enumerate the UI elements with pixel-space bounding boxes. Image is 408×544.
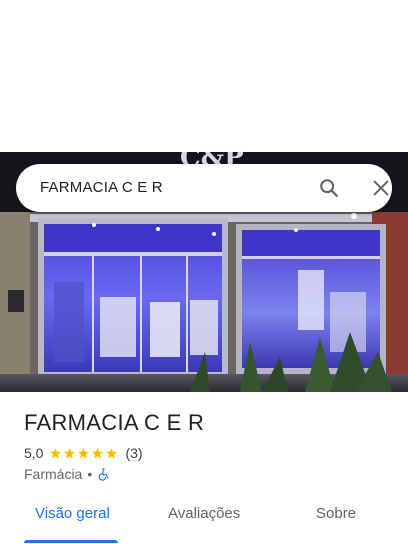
category-row: Farmácia •	[24, 465, 110, 483]
tab-overview[interactable]: Visão geral	[35, 505, 110, 522]
search-bar[interactable]: FARMACIA C E R	[16, 164, 392, 212]
rating-value: 5,0	[24, 445, 44, 461]
search-icon[interactable]	[318, 177, 340, 199]
tab-bar: Visão geral Avaliações Sobre	[0, 496, 408, 544]
wheelchair-accessible-icon	[98, 468, 109, 481]
top-blank-area	[0, 0, 408, 152]
star-icon	[64, 447, 76, 458]
star-icon	[92, 447, 104, 458]
search-query[interactable]: FARMACIA C E R	[40, 179, 163, 196]
place-title: FARMACIA C E R	[24, 410, 205, 435]
star-icon	[50, 447, 62, 458]
star-icon	[106, 447, 118, 458]
rating-row[interactable]: 5,0 (3)	[24, 444, 143, 462]
close-icon[interactable]	[370, 177, 392, 199]
star-rating	[49, 447, 119, 460]
place-category: Farmácia	[24, 466, 83, 482]
tab-about[interactable]: Sobre	[316, 505, 356, 522]
review-count[interactable]: (3)	[125, 445, 142, 461]
active-tab-indicator	[24, 540, 118, 543]
star-icon	[78, 447, 90, 458]
separator-dot: •	[87, 466, 93, 482]
tab-reviews[interactable]: Avaliações	[168, 505, 240, 522]
